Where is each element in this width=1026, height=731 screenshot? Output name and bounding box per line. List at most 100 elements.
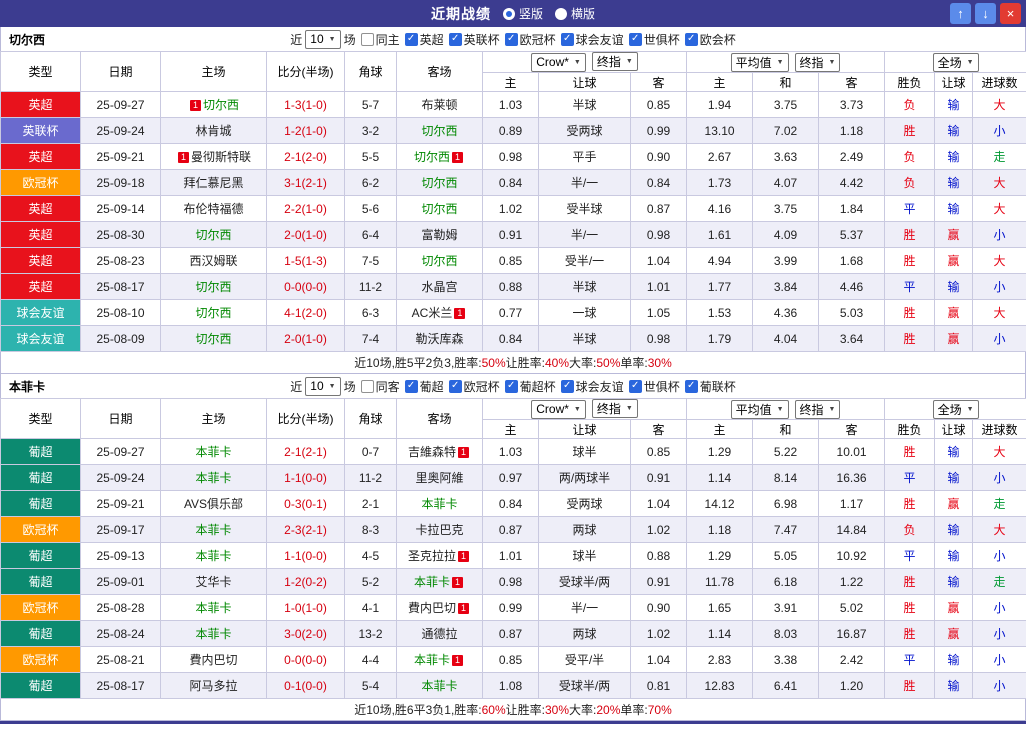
asia-away-odds: 1.04	[629, 646, 688, 673]
match-score: 2-1(2-0)	[266, 143, 345, 170]
select-value: 平均值	[735, 55, 772, 70]
match-row: 葡超 25-08-17 阿马多拉 0-1(0-0) 5-4 本菲卡 1.08 受球半/两 0.8…	[0, 672, 1026, 699]
team-name: 布莱顿	[421, 98, 458, 112]
column-subheader: 进球数	[972, 72, 1026, 92]
match-count-select[interactable]: 10 ▼	[305, 376, 341, 396]
euro-odds-time-select[interactable]: 终指 ▼	[794, 52, 841, 72]
asia-odds-time-select[interactable]: 终指 ▼	[591, 52, 638, 72]
match-date: 25-08-23	[80, 247, 161, 274]
league-badge: 球会友谊	[0, 299, 81, 326]
select-value: 终指	[799, 55, 824, 70]
handicap-outcome: 输	[934, 516, 974, 543]
away-team-cell: 里奥阿維	[396, 464, 483, 491]
checkbox-checked-icon: ✓	[404, 379, 418, 393]
away-team-cell: 切尔西 1	[396, 143, 483, 170]
select-value: 10	[310, 32, 324, 46]
close-button[interactable]: ×	[1000, 3, 1021, 24]
league-filter-checkbox[interactable]: ✓ 葡联杯	[684, 378, 736, 395]
team-name: 費内巴切	[189, 653, 238, 667]
asia-bookmaker-select[interactable]: Crow* ▼	[531, 52, 586, 72]
euro-draw-odds: 6.41	[752, 672, 820, 699]
team-name: 西汉姆联	[189, 254, 238, 268]
checkbox-label: 球会友谊	[575, 379, 624, 394]
column-header: 主场	[160, 398, 267, 439]
match-score: 3-0(2-0)	[266, 620, 345, 647]
scope-select[interactable]: 全场 ▼	[932, 399, 979, 419]
scroll-up-button[interactable]: ↑	[950, 3, 971, 24]
select-value: 10	[310, 379, 324, 393]
result-outcome: 胜	[884, 247, 936, 274]
corner-score: 8-3	[344, 516, 397, 543]
corner-score: 5-2	[344, 568, 397, 595]
checkbox-label: 葡联杯	[699, 379, 736, 394]
league-filter-checkbox[interactable]: ✓ 世俱杯	[628, 31, 680, 48]
euro-draw-odds: 7.47	[752, 516, 820, 543]
recent-results-table: 类型 日期 主场 比分(半场) 角球 客场 Crow* ▼ 终指 ▼ 平均值 ▼ 终指 ▼ 全场 ▼ 主让球客主…	[0, 51, 1026, 352]
match-score: 2-2(1-0)	[266, 195, 345, 222]
league-filter-checkbox[interactable]: ✓ 欧冠杯	[504, 31, 556, 48]
checkbox-checked-icon: ✓	[504, 379, 518, 393]
corner-score: 2-1	[344, 490, 397, 517]
asia-handicap: 半球	[538, 273, 631, 300]
asia-bookmaker-select[interactable]: Crow* ▼	[531, 399, 586, 419]
match-row: 欧冠杯 25-09-18 拜仁慕尼黑 3-1(2-1) 6-2 切尔西 0.84 半/一 0.8…	[0, 169, 1026, 196]
league-filter-checkbox[interactable]: ✓ 世俱杯	[628, 378, 680, 395]
league-badge: 欧冠杯	[0, 169, 81, 196]
checkbox-label: 同主	[375, 32, 400, 47]
match-row: 英超 25-09-27 1 切尔西 1-3(1-0) 5-7 布莱顿 1.03 半球 0.85 1.…	[0, 91, 1026, 118]
match-score: 1-1(0-0)	[266, 542, 345, 569]
handicap-outcome: 输	[934, 169, 974, 196]
asia-away-odds: 0.91	[629, 464, 688, 491]
asia-home-odds: 0.98	[482, 568, 539, 595]
column-subheader: 客	[818, 72, 886, 92]
asia-handicap: 平手	[538, 143, 631, 170]
league-badge: 英超	[0, 247, 81, 274]
league-filter-checkbox[interactable]: ✓ 欧会杯	[684, 31, 736, 48]
away-team-cell: 卡拉巴克	[396, 516, 483, 543]
match-row: 葡超 25-09-27 本菲卡 2-1(2-1) 0-7 吉維森特 1 1.03 球半 0.85 1…	[0, 438, 1026, 465]
checkbox-unchecked-icon	[360, 379, 374, 393]
euro-away-odds: 3.73	[818, 91, 886, 118]
red-card-badge: 1	[189, 100, 201, 111]
league-filter-checkbox[interactable]: ✓ 英联杯	[448, 31, 500, 48]
goals-outcome: 大	[972, 438, 1026, 465]
team-name: 通德拉	[421, 627, 458, 641]
match-row: 葡超 25-08-24 本菲卡 3-0(2-0) 13-2 通德拉 0.87 两球 1.02 1.…	[0, 620, 1026, 647]
euro-bookmaker-select[interactable]: 平均值 ▼	[730, 399, 789, 419]
league-filter-checkbox[interactable]: ✓ 欧冠杯	[448, 378, 500, 395]
match-count-select[interactable]: 10 ▼	[305, 29, 341, 49]
goals-outcome: 小	[972, 117, 1026, 144]
match-score: 2-0(1-0)	[266, 221, 345, 248]
euro-bookmaker-select[interactable]: 平均值 ▼	[730, 52, 789, 72]
league-filter-checkbox[interactable]: ✓ 葡超	[404, 378, 444, 395]
layout-radio-horizontal[interactable]: 横版	[555, 5, 595, 22]
euro-odds-time-select[interactable]: 终指 ▼	[794, 399, 841, 419]
result-outcome: 平	[884, 542, 936, 569]
asia-odds-time-select[interactable]: 终指 ▼	[591, 399, 638, 419]
same-venue-checkbox[interactable]: 同主	[360, 31, 400, 48]
euro-away-odds: 1.68	[818, 247, 886, 274]
column-subheader: 让球	[934, 419, 974, 439]
match-row: 葡超 25-09-21 AVS俱乐部 0-3(0-1) 2-1 本菲卡 0.84 受两球 1.0…	[0, 490, 1026, 517]
checkbox-checked-icon: ✓	[684, 32, 698, 46]
titlebar-buttons: ↑ ↓ ×	[950, 3, 1021, 24]
checkbox-label: 世俱杯	[643, 32, 680, 47]
asia-handicap: 半球	[538, 325, 631, 352]
team-name: AC米兰	[411, 306, 453, 320]
result-outcome: 胜	[884, 117, 936, 144]
scope-select[interactable]: 全场 ▼	[932, 52, 979, 72]
goals-outcome: 小	[972, 325, 1026, 352]
select-value: 平均值	[735, 402, 772, 417]
asia-home-odds: 0.84	[482, 490, 539, 517]
league-filter-checkbox[interactable]: ✓ 球会友谊	[560, 31, 624, 48]
handicap-outcome: 输	[934, 438, 974, 465]
same-venue-checkbox[interactable]: 同客	[360, 378, 400, 395]
league-filter-checkbox[interactable]: ✓ 球会友谊	[560, 378, 624, 395]
match-score: 1-3(1-0)	[266, 91, 345, 118]
layout-radio-vertical[interactable]: 竖版	[502, 5, 543, 22]
summary-stat-value: 50%	[596, 355, 621, 370]
euro-away-odds: 5.03	[818, 299, 886, 326]
league-filter-checkbox[interactable]: ✓ 葡超杯	[504, 378, 556, 395]
league-filter-checkbox[interactable]: ✓ 英超	[404, 31, 444, 48]
scroll-down-button[interactable]: ↓	[975, 3, 996, 24]
